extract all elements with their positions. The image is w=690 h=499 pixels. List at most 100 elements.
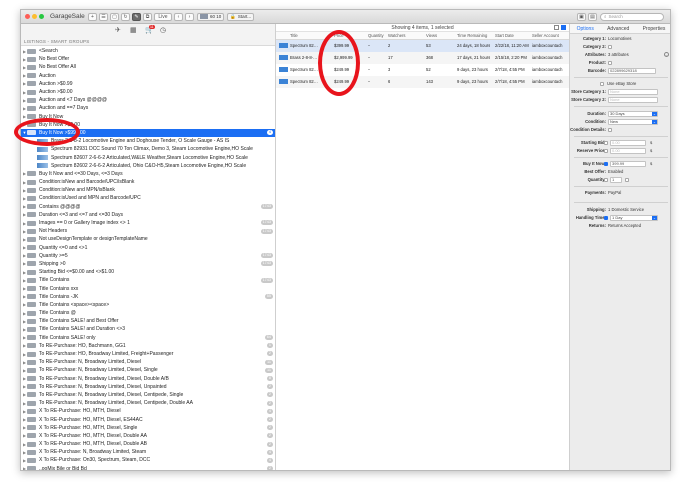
smart-group-item[interactable]: ▶ Title Contains <space><space>: [21, 301, 275, 309]
zoom-window-button[interactable]: [39, 14, 44, 19]
column-header[interactable]: Quantity: [368, 32, 384, 40]
close-window-button[interactable]: [25, 14, 30, 19]
smart-group-item[interactable]: ▶ X To RE-Purchase: On30, Spectrum, Steam…: [21, 456, 275, 464]
inventory-icon[interactable]: ▦: [130, 27, 138, 34]
smart-group-item[interactable]: ▶ Condition:isNew and Barcode/UPC/isBlank: [21, 178, 275, 186]
column-header[interactable]: Title: [290, 32, 298, 40]
smart-group-item[interactable]: ▶ Quantity >=5 1743: [21, 252, 275, 260]
duration-select[interactable]: 30 Days ⌄: [608, 111, 658, 117]
shipping-value[interactable]: 1 Domestic Service: [608, 206, 644, 214]
buy-it-now-field[interactable]: 399.99: [610, 161, 646, 167]
handling-checkbox[interactable]: [604, 216, 608, 220]
handling-select[interactable]: 1 Day ⌄: [610, 215, 658, 221]
smart-group-item[interactable]: ▶ To RE-Purchase: N, Broadway Limited, Di…: [21, 366, 275, 374]
column-header[interactable]: Views: [426, 32, 437, 40]
smart-group-item[interactable]: ▶ X To RE-Purchase: HO, MTH, Diesel 4: [21, 407, 275, 415]
history-icon[interactable]: ◷: [160, 27, 168, 34]
smart-group-item[interactable]: ▶ To RE-Purchase: N, Broadway Limited, Di…: [21, 399, 275, 407]
smart-group-item[interactable]: ▶ To RE-Purchase: N, Broadway Limited, Di…: [21, 383, 275, 391]
smart-group-item[interactable]: ▶ To RE-Purchase: HO, Bachmann, GG1 1: [21, 342, 275, 350]
use-ebay-store-checkbox[interactable]: [600, 82, 604, 86]
barcode-field[interactable]: 022899629318: [608, 68, 656, 74]
smart-group-item[interactable]: ▶ Title Contains SALE! only 64: [21, 334, 275, 342]
column-header[interactable]: Watchers: [388, 32, 406, 40]
smart-group-item[interactable]: ▶ Title Contains SALE! and Duration <>3: [21, 325, 275, 333]
buy-it-now-checkbox[interactable]: [604, 162, 608, 166]
tab-advanced[interactable]: Advanced: [607, 26, 629, 32]
listing-item[interactable]: Spectrum 82602 2-6-6-2 Articulated, Ohio…: [21, 162, 275, 170]
refresh-button[interactable]: ↻: [121, 12, 130, 21]
product-add-icon[interactable]: [608, 61, 612, 65]
smart-group-item[interactable]: ▶ Title Contains @: [21, 309, 275, 317]
minimize-window-button[interactable]: [32, 14, 37, 19]
smart-group-item[interactable]: ▶ Title Contains xxx: [21, 284, 275, 292]
starting-bid-checkbox[interactable]: [604, 141, 608, 145]
smart-group-item[interactable]: ▶ To RE-Purchase: N, Broadway Limited, Di…: [21, 375, 275, 383]
smart-group-item[interactable]: ▶ No Best Offer All: [21, 63, 275, 71]
smart-group-item[interactable]: ▶ ..ooMix Bile or Bid Bd 2: [21, 465, 275, 470]
quantity-field[interactable]: 1: [610, 177, 622, 183]
smart-group-item[interactable]: ▶ Auction and ==7 Days: [21, 104, 275, 112]
listing-item[interactable]: Spectrum 82931 DCC Sound 70 Ton Climax, …: [21, 145, 275, 153]
cart-icon[interactable]: 🛒 11: [145, 25, 155, 34]
edit-button[interactable]: ✎: [132, 12, 141, 21]
search-input[interactable]: ⌕ Search: [600, 12, 664, 21]
smart-group-item[interactable]: ▶ No Best Offer: [21, 55, 275, 63]
tab-properties[interactable]: Properties: [643, 26, 666, 32]
listing-item[interactable]: Spectrum 82607 2-6-6-2 Articulated,W&LE …: [21, 153, 275, 161]
reserve-checkbox[interactable]: [604, 149, 608, 153]
smart-group-item[interactable]: ▶ To RE-Purchase: N, Broadway Limited, Di…: [21, 358, 275, 366]
column-header[interactable]: Time Remaining: [457, 32, 487, 40]
reserve-field[interactable]: 0.00: [610, 148, 646, 154]
smart-group-item[interactable]: ▶ Auction >$0.99: [21, 80, 275, 88]
smart-group-item[interactable]: ▶ <Search: [21, 47, 275, 55]
grid-view-icon[interactable]: [554, 25, 559, 30]
condition-details-toggle[interactable]: [608, 128, 612, 132]
starting-bid-field[interactable]: 0.00: [610, 140, 646, 146]
store-cat2-field[interactable]: None: [608, 97, 658, 103]
quantity-checkbox[interactable]: [604, 178, 608, 182]
smart-group-item[interactable]: ▶ Title Contains SALE! and Best Offer: [21, 317, 275, 325]
column-header[interactable]: Seller Account: [532, 32, 559, 40]
smart-group-item[interactable]: ▶ To RE-Purchase: N, Broadway Limited, Di…: [21, 391, 275, 399]
smart-group-item[interactable]: ▶ Duration <=3 and <=7 and <=30 Days: [21, 211, 275, 219]
tab-options[interactable]: Options: [577, 26, 594, 32]
live-button[interactable]: Live: [154, 12, 172, 21]
smart-group-item[interactable]: ▶ Shipping >0 1743: [21, 260, 275, 268]
copy-icon[interactable]: ⧉: [143, 12, 152, 21]
smart-group-item[interactable]: ▶ X To RE-Purchase: HO, MTH, Diesel, Doub…: [21, 440, 275, 448]
quantity-stepper[interactable]: [625, 178, 629, 182]
category1-value[interactable]: Locomotives: [608, 35, 632, 43]
smart-group-item[interactable]: ▶ Quantity <=0 and <>1: [21, 244, 275, 252]
smart-group-item[interactable]: ▶ Starting Bid <=$0.00 and <>$1.00: [21, 268, 275, 276]
condition-select[interactable]: New ⌄: [608, 119, 658, 125]
smart-group-item[interactable]: ▶ Auction and <7 Days @@@@: [21, 96, 275, 104]
smart-group-item[interactable]: ▶ X To RE-Purchase: N, Broadway Limited, …: [21, 448, 275, 456]
forward-button[interactable]: ›: [185, 12, 194, 21]
payments-value[interactable]: PayPal: [608, 189, 621, 197]
list-button[interactable]: ☰: [99, 12, 108, 21]
smart-group-item[interactable]: ▶ Condition:isNew and MPN/isBlank: [21, 186, 275, 194]
save-icon[interactable]: ▣: [577, 12, 586, 21]
smart-group-item[interactable]: ▶ Condition:isUsed and MPN and Barcode/UP…: [21, 194, 275, 202]
smart-group-item[interactable]: ▶ Images == 0 or Gallery Image index <> 1…: [21, 219, 275, 227]
smart-group-item[interactable]: ▶ X To RE-Purchase: HO, MTH, Diesel, ES44…: [21, 415, 275, 423]
sidebar-toggle-icon[interactable]: ▤: [588, 12, 597, 21]
smart-group-item[interactable]: ▶ Contains @@@@ 1743: [21, 203, 275, 211]
preview-tab[interactable]: 60 10: [197, 12, 225, 21]
returns-value[interactable]: Returns Accepted: [608, 222, 641, 230]
start-tab[interactable]: 🔒 Start...: [227, 12, 255, 21]
store-cat1-field[interactable]: None: [608, 89, 658, 95]
smart-group-item[interactable]: ▶ X To RE-Purchase: HO, MTH, Diesel, Doub…: [21, 432, 275, 440]
smart-group-item[interactable]: ▶ X To RE-Purchase: HO, MTH, Diesel, Sing…: [21, 424, 275, 432]
smart-group-item[interactable]: ▶ Auction >$0.00: [21, 88, 275, 96]
smart-group-item[interactable]: ▶ Not Headers 1743: [21, 227, 275, 235]
category2-add-icon[interactable]: [608, 45, 612, 49]
smart-group-item[interactable]: ▶ Auction: [21, 72, 275, 80]
attributes-value[interactable]: 3 attributes: [608, 51, 629, 59]
smart-group-item[interactable]: ▶ Not useDesignTemplate or designTemplate…: [21, 235, 275, 243]
smart-group-item[interactable]: ▶ Title Contains 1743: [21, 276, 275, 284]
smart-group-item[interactable]: ▶ To RE-Purchase: HO, Broadway Limited, F…: [21, 350, 275, 358]
smart-group-item[interactable]: ▶ Buy It Now and <=30 Days, <=3 Days: [21, 170, 275, 178]
folder-button[interactable]: ▢: [110, 12, 119, 21]
